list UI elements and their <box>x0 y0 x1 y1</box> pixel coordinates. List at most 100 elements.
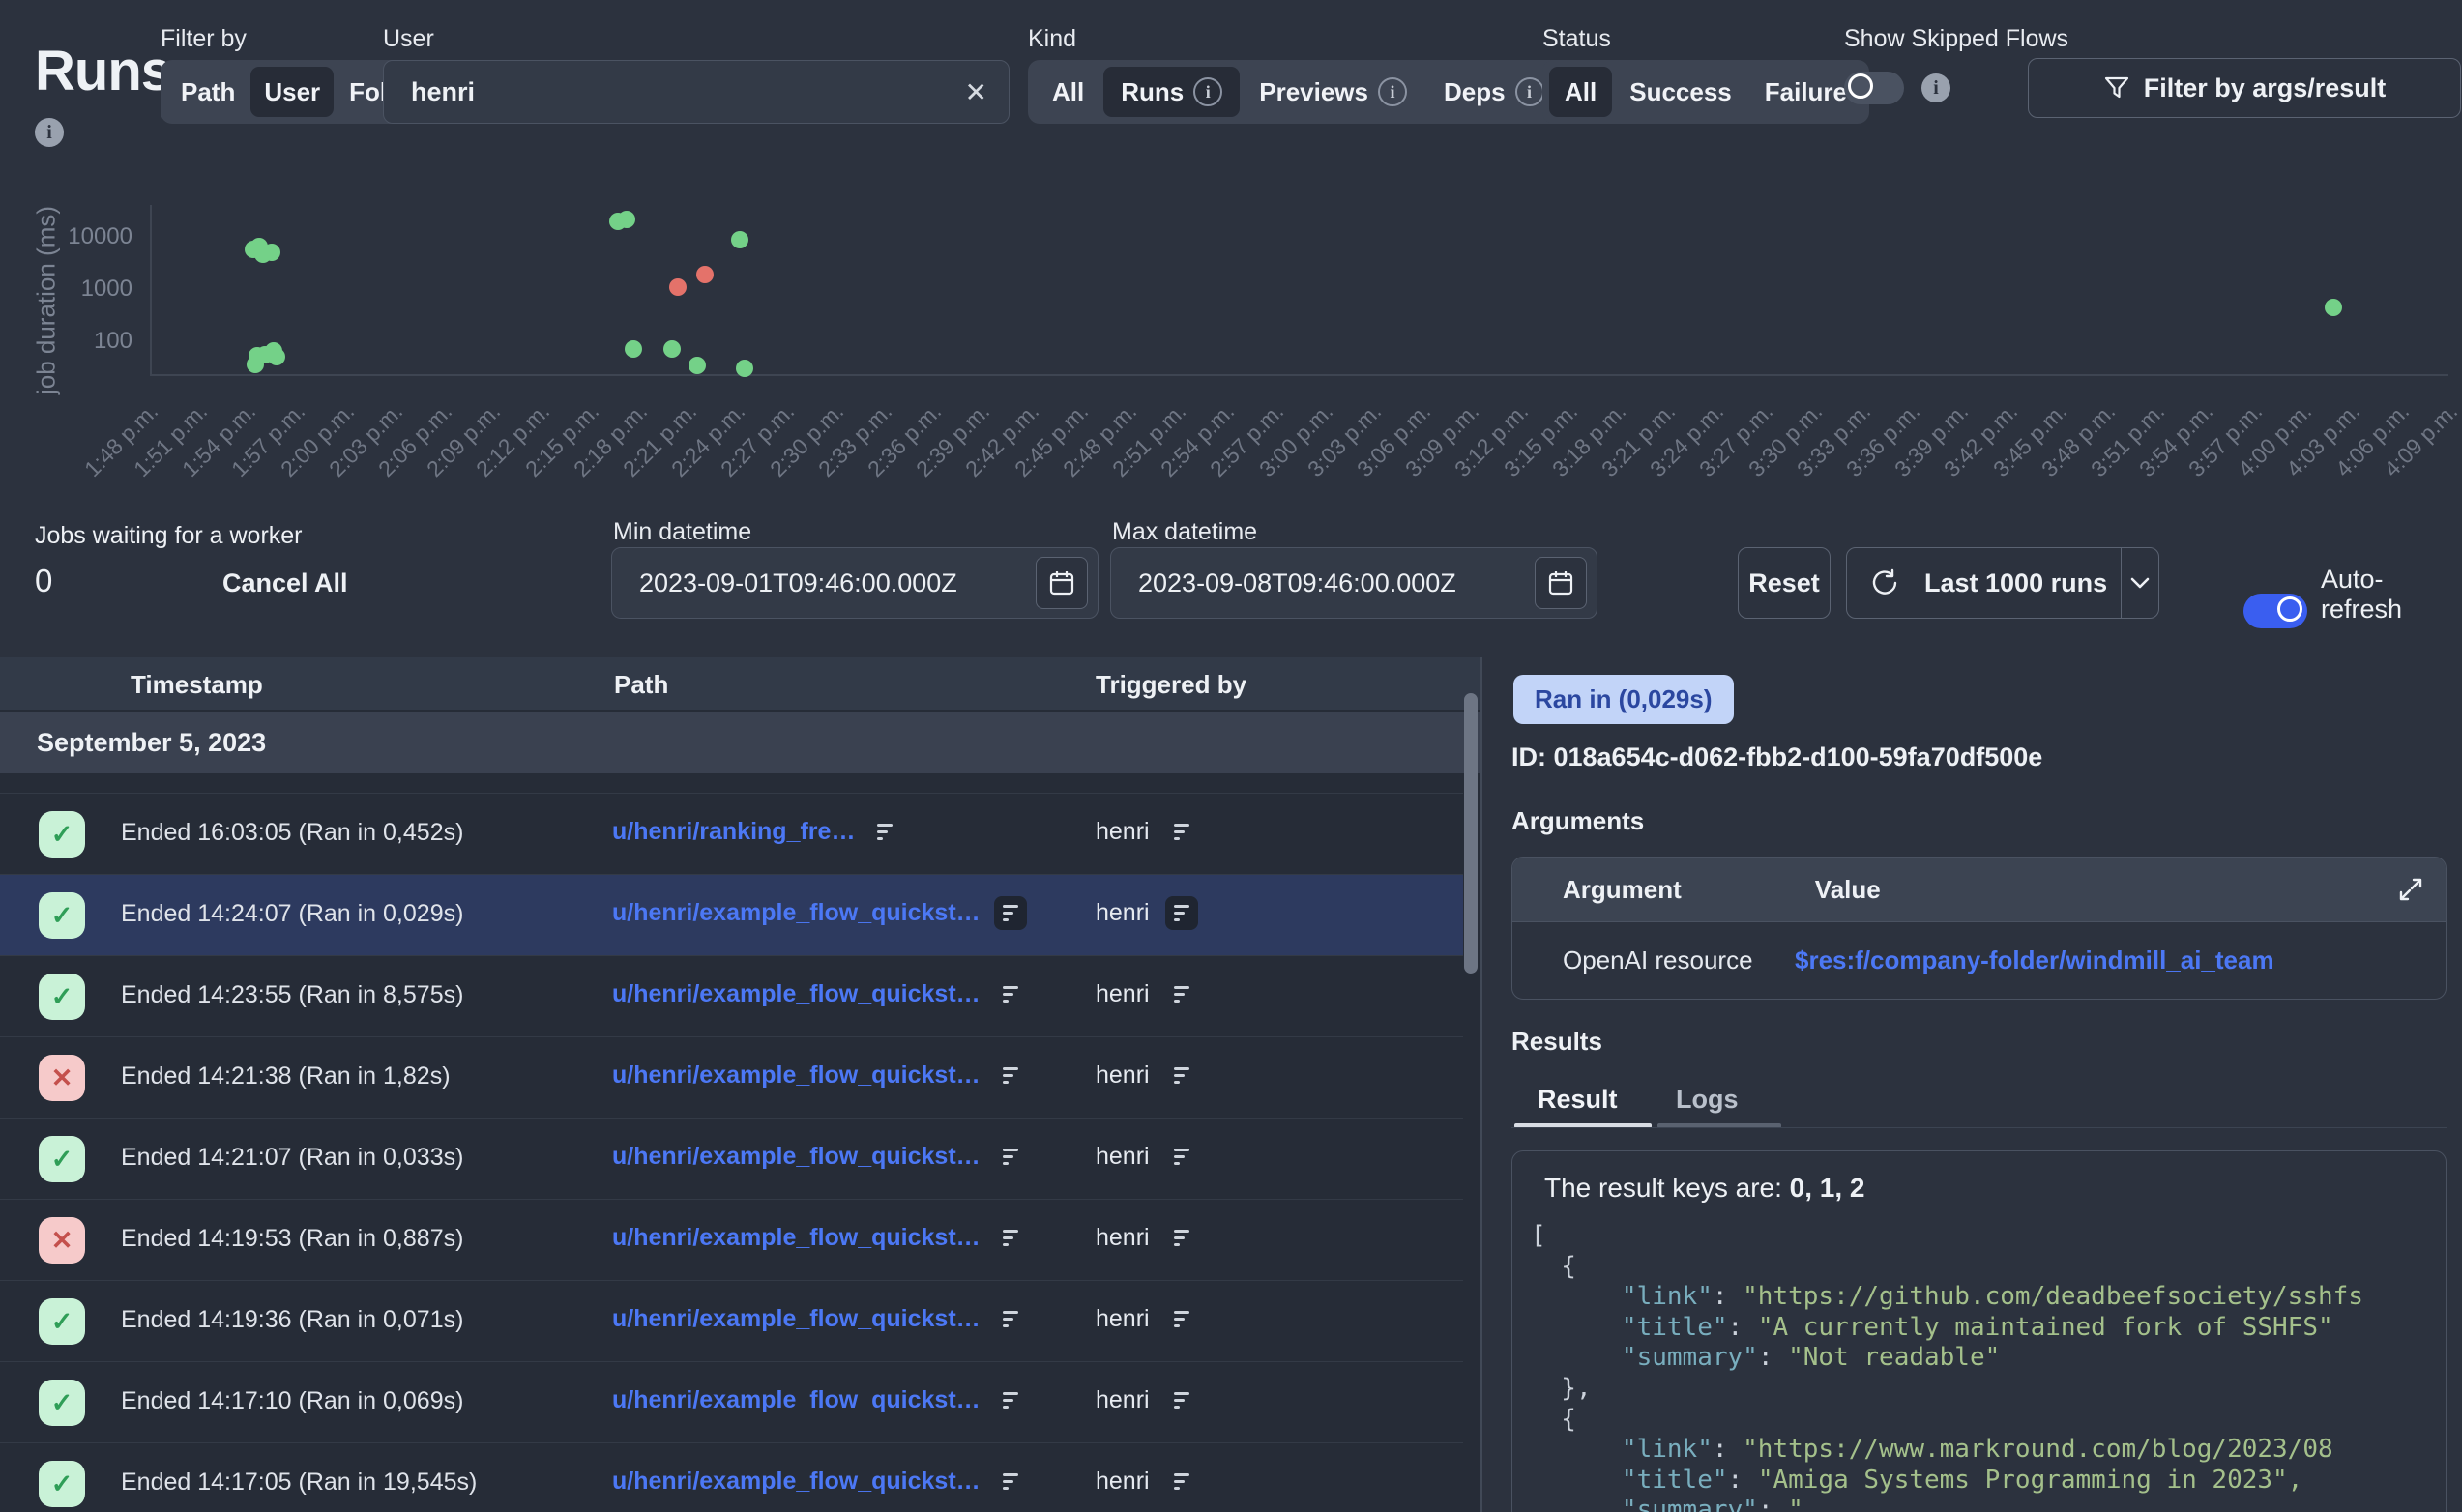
chevron-down-icon <box>2127 570 2153 596</box>
table-row[interactable]: ✓Ended 14:17:05 (Ran in 19,545s)u/henri/… <box>0 1442 1463 1512</box>
previews-info-icon[interactable]: i <box>1378 77 1407 106</box>
column-argument: Argument <box>1563 875 1682 905</box>
max-datetime-input[interactable]: 2023-09-08T09:46:00.000Z <box>1110 547 1597 619</box>
status-all[interactable]: All <box>1549 67 1612 117</box>
ran-in-badge: Ran in (0,029s) <box>1513 675 1734 724</box>
filter-icon[interactable] <box>994 1221 1027 1255</box>
run-path-link[interactable]: u/henri/example_flow_quickst… <box>612 1224 981 1252</box>
run-dot-success[interactable] <box>736 360 753 377</box>
table-row[interactable]: ✓Ended 14:24:07 (Ran in 0,029s)u/henri/e… <box>0 874 1463 955</box>
cancel-all-button[interactable]: Cancel All <box>222 568 348 598</box>
kind-runs[interactable]: Runs i <box>1103 67 1240 117</box>
runs-limit-split-button[interactable]: Last 1000 runs <box>1846 547 2159 619</box>
result-keys-summary: The result keys are: 0, 1, 2 <box>1544 1173 2446 1204</box>
filter-icon[interactable] <box>994 1302 1027 1336</box>
status-label: Status <box>1542 25 1611 53</box>
run-path-link[interactable]: u/henri/example_flow_quickst… <box>612 1468 981 1496</box>
user-filter-input[interactable]: henri ✕ <box>383 60 1010 124</box>
filter-icon[interactable] <box>1165 815 1198 849</box>
runs-info-icon[interactable]: i <box>35 118 64 147</box>
filter-icon[interactable] <box>1165 1465 1198 1498</box>
kind-all[interactable]: All <box>1035 67 1101 117</box>
results-heading: Results <box>1511 1027 1602 1057</box>
table-row[interactable]: ✓Ended 14:17:10 (Ran in 0,069s)u/henri/e… <box>0 1361 1463 1442</box>
argument-value-link[interactable]: $res:f/company-folder/windmill_ai_team <box>1795 945 2274 975</box>
run-id: ID: 018a654c-d062-fbb2-d100-59fa70df500e <box>1511 742 2042 772</box>
success-check-icon: ✓ <box>39 974 85 1020</box>
run-dot-success[interactable] <box>618 211 635 228</box>
run-path-link[interactable]: u/henri/example_flow_quickst… <box>612 1386 981 1414</box>
filter-icon[interactable] <box>994 1383 1027 1417</box>
table-row[interactable]: ✕Ended 14:21:38 (Ran in 1,82s)u/henri/ex… <box>0 1036 1463 1118</box>
filter-by-user[interactable]: User <box>250 67 334 117</box>
filter-icon[interactable] <box>1165 1302 1198 1336</box>
column-timestamp: Timestamp <box>131 670 263 700</box>
deps-info-icon[interactable]: i <box>1515 77 1544 106</box>
runs-limit-dropdown-button[interactable] <box>2121 548 2158 618</box>
page-title: Runs <box>35 39 171 103</box>
run-path-link[interactable]: u/henri/example_flow_quickst… <box>612 1143 981 1171</box>
table-row[interactable]: ✕Ended 14:19:53 (Ran in 0,887s)u/henri/e… <box>0 1199 1463 1280</box>
run-dot-success[interactable] <box>689 357 706 374</box>
filter-icon[interactable] <box>994 977 1027 1011</box>
run-dot-success[interactable] <box>663 340 681 358</box>
max-datetime-calendar-button[interactable] <box>1535 557 1587 609</box>
run-dot-success[interactable] <box>268 348 285 365</box>
funnel-icon <box>2103 74 2130 102</box>
filter-icon[interactable] <box>1165 896 1198 930</box>
jobs-waiting-label: Jobs waiting for a worker <box>35 522 303 550</box>
table-row[interactable]: ✓Ended 16:03:05 (Ran in 0,452s)u/henri/r… <box>0 793 1463 874</box>
run-path-link[interactable]: u/henri/example_flow_quickst… <box>612 980 981 1008</box>
filter-icon[interactable] <box>1165 977 1198 1011</box>
filter-icon[interactable] <box>1165 1059 1198 1092</box>
run-dot-failure[interactable] <box>669 278 687 296</box>
expand-icon[interactable] <box>2397 876 2424 903</box>
run-path-link[interactable]: u/henri/example_flow_quickst… <box>612 899 981 927</box>
triggered-by-user: henri <box>1096 1386 1150 1414</box>
filter-icon[interactable] <box>994 896 1027 930</box>
filter-args-result-button[interactable]: Filter by args/result <box>2028 58 2461 118</box>
filter-icon[interactable] <box>994 1465 1027 1498</box>
filter-icon[interactable] <box>1165 1221 1198 1255</box>
success-check-icon: ✓ <box>39 1136 85 1182</box>
column-value: Value <box>1815 875 1881 905</box>
table-row[interactable]: ✓Ended 14:19:36 (Ran in 0,071s)u/henri/e… <box>0 1280 1463 1361</box>
min-datetime-input[interactable]: 2023-09-01T09:46:00.000Z <box>611 547 1099 619</box>
show-skipped-toggle[interactable] <box>1844 72 1904 104</box>
tab-logs[interactable]: Logs <box>1676 1085 1739 1115</box>
run-dot-success[interactable] <box>625 340 642 358</box>
filter-icon[interactable] <box>1165 1383 1198 1417</box>
kind-deps[interactable]: Deps i <box>1426 67 1562 117</box>
run-path-link[interactable]: u/henri/ranking_fre… <box>612 818 855 846</box>
run-dot-success[interactable] <box>263 244 280 261</box>
run-path-link[interactable]: u/henri/example_flow_quickst… <box>612 1305 981 1333</box>
triggered-by-user: henri <box>1096 818 1150 846</box>
filter-icon[interactable] <box>868 815 901 849</box>
runs-kind-info-icon[interactable]: i <box>1193 77 1222 106</box>
clear-user-filter-icon[interactable]: ✕ <box>965 76 987 108</box>
calendar-icon <box>1047 568 1076 597</box>
triggered-by-user: henri <box>1096 1143 1150 1171</box>
argument-row: OpenAI resource $res:f/company-folder/wi… <box>1512 921 2446 999</box>
tab-result[interactable]: Result <box>1538 1085 1618 1115</box>
show-skipped-info-icon[interactable]: i <box>1921 73 1950 102</box>
kind-previews[interactable]: Previews i <box>1242 67 1424 117</box>
min-datetime-calendar-button[interactable] <box>1036 557 1088 609</box>
table-row[interactable]: ✓Ended 14:21:07 (Ran in 0,033s)u/henri/e… <box>0 1118 1463 1199</box>
run-dot-success[interactable] <box>731 231 748 248</box>
filter-icon[interactable] <box>1165 1140 1198 1174</box>
reset-button[interactable]: Reset <box>1738 547 1831 619</box>
table-row[interactable]: ✓Ended 14:23:55 (Ran in 8,575s)u/henri/e… <box>0 955 1463 1036</box>
run-dot-failure[interactable] <box>696 266 714 283</box>
min-datetime-label: Min datetime <box>613 518 751 546</box>
result-viewer[interactable]: The result keys are: 0, 1, 2 [ { "link":… <box>1511 1150 2447 1512</box>
filter-icon[interactable] <box>994 1140 1027 1174</box>
run-path-link[interactable]: u/henri/example_flow_quickst… <box>612 1061 981 1090</box>
filter-icon[interactable] <box>994 1059 1027 1092</box>
run-dot-success[interactable] <box>2325 299 2342 316</box>
filter-by-path[interactable]: Path <box>167 67 249 117</box>
table-scrollbar-thumb[interactable] <box>1464 693 1478 974</box>
auto-refresh-toggle[interactable] <box>2243 594 2307 628</box>
triggered-by-user: henri <box>1096 1224 1150 1252</box>
status-success[interactable]: Success <box>1614 67 1747 117</box>
